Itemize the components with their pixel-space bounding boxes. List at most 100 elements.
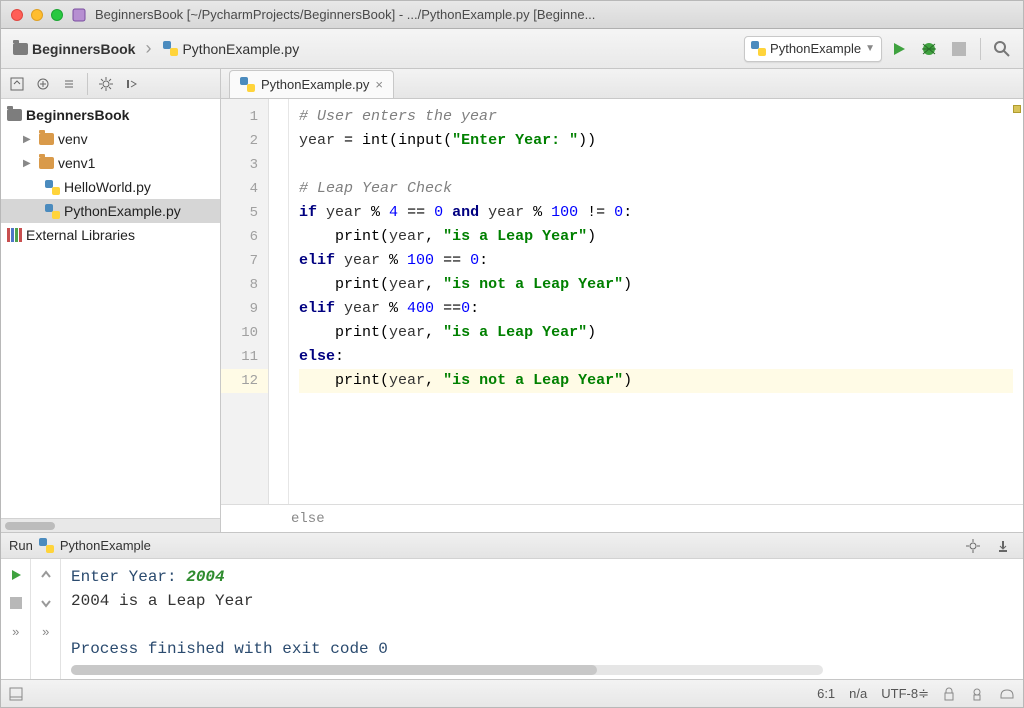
line-number: 4 xyxy=(221,177,268,201)
chevron-down-icon: ▼ xyxy=(865,43,875,54)
more-icon[interactable]: » xyxy=(6,621,26,641)
line-number: 11 xyxy=(221,345,268,369)
code-line[interactable]: year = int(input("Enter Year: ")) xyxy=(299,129,1013,153)
hide-icon[interactable] xyxy=(120,72,144,96)
run-side-tools: » » xyxy=(1,559,61,679)
fold-gutter xyxy=(269,99,289,504)
breadcrumb-project[interactable]: BeginnersBook xyxy=(9,36,159,62)
code-line[interactable]: # Leap Year Check xyxy=(299,177,1013,201)
debug-button[interactable] xyxy=(916,36,942,62)
project-toolbar xyxy=(1,69,220,99)
warning-stripe-icon[interactable] xyxy=(1013,105,1021,113)
code-line[interactable] xyxy=(299,153,1013,177)
code-content[interactable]: # User enters the yearyear = int(input("… xyxy=(289,99,1023,504)
run-tool-window: Run PythonExample » » Enter Year: 2004 2… xyxy=(1,532,1023,679)
code-line[interactable]: elif year % 100 == 0: xyxy=(299,249,1013,273)
run-config-name: PythonExample xyxy=(60,538,151,553)
maximize-icon[interactable] xyxy=(51,9,63,21)
expand-icon[interactable] xyxy=(31,72,55,96)
project-tree[interactable]: BeginnersBook ▶ venv ▶ venv1 HelloWorld.… xyxy=(1,99,220,518)
scrollbar-thumb[interactable] xyxy=(71,665,597,675)
console-user-input: 2004 xyxy=(186,568,224,586)
tree-file-selected[interactable]: PythonExample.py xyxy=(1,199,220,223)
tree-folder[interactable]: ▶ venv xyxy=(1,127,220,151)
console-scrollbar[interactable] xyxy=(71,665,823,675)
console-output-line: 2004 is a Leap Year xyxy=(71,589,1013,613)
close-tab-icon[interactable]: × xyxy=(375,77,383,92)
line-number: 6 xyxy=(221,225,268,249)
code-line[interactable]: if year % 4 == 0 and year % 100 != 0: xyxy=(299,201,1013,225)
tree-root[interactable]: BeginnersBook xyxy=(1,103,220,127)
scrollbar-thumb[interactable] xyxy=(5,522,55,530)
editor-breadcrumb-bottom[interactable]: else xyxy=(221,504,1023,532)
gear-icon[interactable] xyxy=(94,72,118,96)
tree-root-label: BeginnersBook xyxy=(26,107,129,123)
code-line[interactable]: print(year, "is a Leap Year") xyxy=(299,321,1013,345)
close-icon[interactable] xyxy=(11,9,23,21)
python-file-icon xyxy=(240,77,255,92)
code-line[interactable]: print(year, "is not a Leap Year") xyxy=(299,273,1013,297)
editor-tab-active[interactable]: PythonExample.py × xyxy=(229,70,394,98)
insert-mode[interactable]: n/a xyxy=(849,686,867,701)
search-button[interactable] xyxy=(989,36,1015,62)
line-number: 5 xyxy=(221,201,268,225)
chevron-right-icon[interactable]: ▶ xyxy=(23,158,35,169)
rerun-icon[interactable] xyxy=(6,565,26,585)
run-button[interactable] xyxy=(886,36,912,62)
console-exit-line: Process finished with exit code 0 xyxy=(71,637,1013,661)
notifications-icon[interactable] xyxy=(999,686,1015,702)
line-number: 8 xyxy=(221,273,268,297)
code-line[interactable]: elif year % 400 ==0: xyxy=(299,297,1013,321)
breadcrumb-file[interactable]: PythonExample.py xyxy=(159,36,317,62)
tool-window-settings-icon[interactable] xyxy=(961,534,985,558)
editor-tabs: PythonExample.py × xyxy=(221,69,1023,99)
tree-item-label: PythonExample.py xyxy=(64,203,181,219)
stop-button[interactable] xyxy=(946,36,972,62)
download-icon[interactable] xyxy=(991,534,1015,558)
down-arrow-icon[interactable] xyxy=(36,593,56,613)
editor-scope-label: else xyxy=(291,511,325,527)
line-number: 3 xyxy=(221,153,268,177)
console-prompt: Enter Year: xyxy=(71,568,186,586)
navigation-breadcrumb: BeginnersBook PythonExample.py xyxy=(9,36,740,62)
inspection-icon[interactable] xyxy=(969,686,985,702)
editor-area: PythonExample.py × 123456789101112 # Use… xyxy=(221,69,1023,532)
more-icon[interactable]: » xyxy=(36,621,56,641)
line-number: 12 xyxy=(221,369,268,393)
scroll-from-source-icon[interactable] xyxy=(5,72,29,96)
code-line[interactable]: else: xyxy=(299,345,1013,369)
folder-icon xyxy=(39,157,54,169)
run-console[interactable]: Enter Year: 2004 2004 is a Leap Year Pro… xyxy=(61,559,1023,679)
folder-icon xyxy=(39,133,54,145)
tree-item-label: venv xyxy=(58,131,88,147)
main-area: BeginnersBook ▶ venv ▶ venv1 HelloWorld.… xyxy=(1,69,1023,532)
run-configuration-selector[interactable]: PythonExample ▼ xyxy=(744,36,882,62)
code-editor[interactable]: 123456789101112 # User enters the yearye… xyxy=(221,99,1023,504)
toolbar-divider xyxy=(87,73,88,95)
folder-icon xyxy=(13,43,28,55)
python-file-icon xyxy=(751,41,766,56)
tree-folder[interactable]: ▶ venv1 xyxy=(1,151,220,175)
sidebar-scrollbar[interactable] xyxy=(1,518,220,532)
tree-file[interactable]: HelloWorld.py xyxy=(1,175,220,199)
code-line[interactable]: print(year, "is a Leap Year") xyxy=(299,225,1013,249)
run-config-label: PythonExample xyxy=(770,41,861,56)
status-bar: 6:1 n/a UTF-8≑ xyxy=(1,679,1023,707)
code-line[interactable]: # User enters the year xyxy=(299,105,1013,129)
lock-icon[interactable] xyxy=(943,687,955,701)
line-number-gutter: 123456789101112 xyxy=(221,99,269,504)
stop-icon[interactable] xyxy=(6,593,26,613)
minimize-icon[interactable] xyxy=(31,9,43,21)
python-file-icon xyxy=(39,538,54,553)
line-number: 9 xyxy=(221,297,268,321)
cursor-position[interactable]: 6:1 xyxy=(817,686,835,701)
tree-external-libraries[interactable]: External Libraries xyxy=(1,223,220,247)
breadcrumb-label: BeginnersBook xyxy=(32,41,135,57)
up-arrow-icon[interactable] xyxy=(36,565,56,585)
code-line[interactable]: print(year, "is not a Leap Year") xyxy=(299,369,1013,393)
tool-windows-icon[interactable] xyxy=(9,687,23,701)
chevron-right-icon[interactable]: ▶ xyxy=(23,134,35,145)
file-encoding[interactable]: UTF-8≑ xyxy=(881,686,929,702)
collapse-icon[interactable] xyxy=(57,72,81,96)
breadcrumb-label: PythonExample.py xyxy=(182,41,299,57)
